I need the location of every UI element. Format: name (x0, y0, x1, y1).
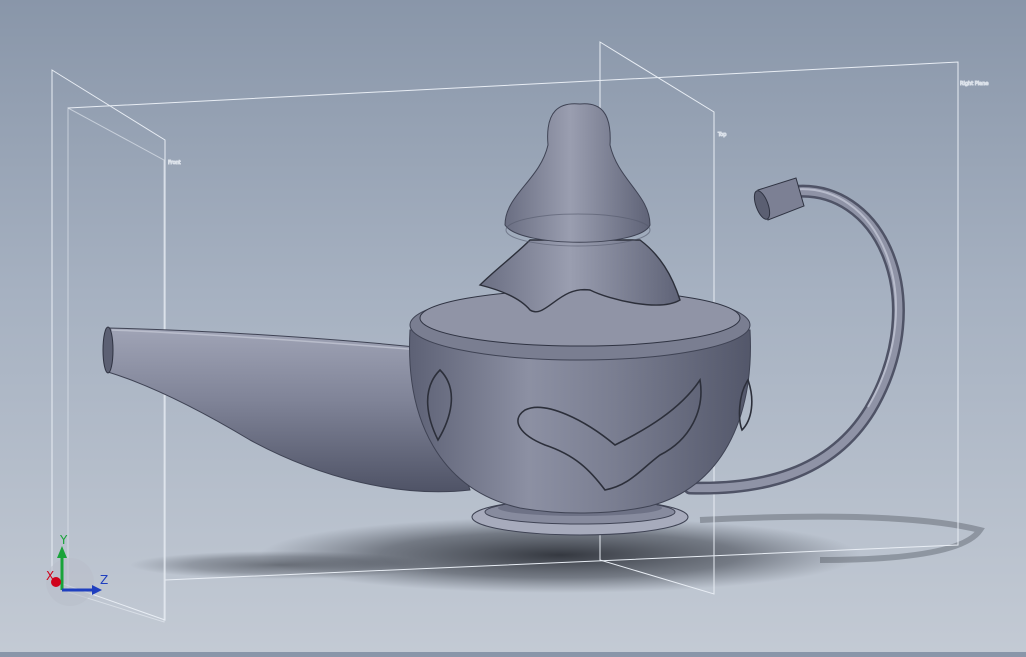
view-triad[interactable]: Y X Z (46, 533, 108, 606)
triad-z-label: Z (100, 573, 108, 587)
top-plane-label: Top (717, 132, 726, 138)
triad-y-label: Y (59, 533, 68, 547)
lamp-body[interactable] (409, 289, 753, 514)
graphics-viewport[interactable]: Front Top Right Plane Y X Z (0, 0, 1026, 652)
model-canvas[interactable]: Front Top Right Plane Y X Z (0, 0, 1026, 652)
front-plane-label: Front (168, 160, 181, 166)
right-plane-label: Right Plane (960, 81, 988, 87)
lamp-lid[interactable] (478, 103, 681, 313)
triad-x-label: X (46, 569, 54, 583)
